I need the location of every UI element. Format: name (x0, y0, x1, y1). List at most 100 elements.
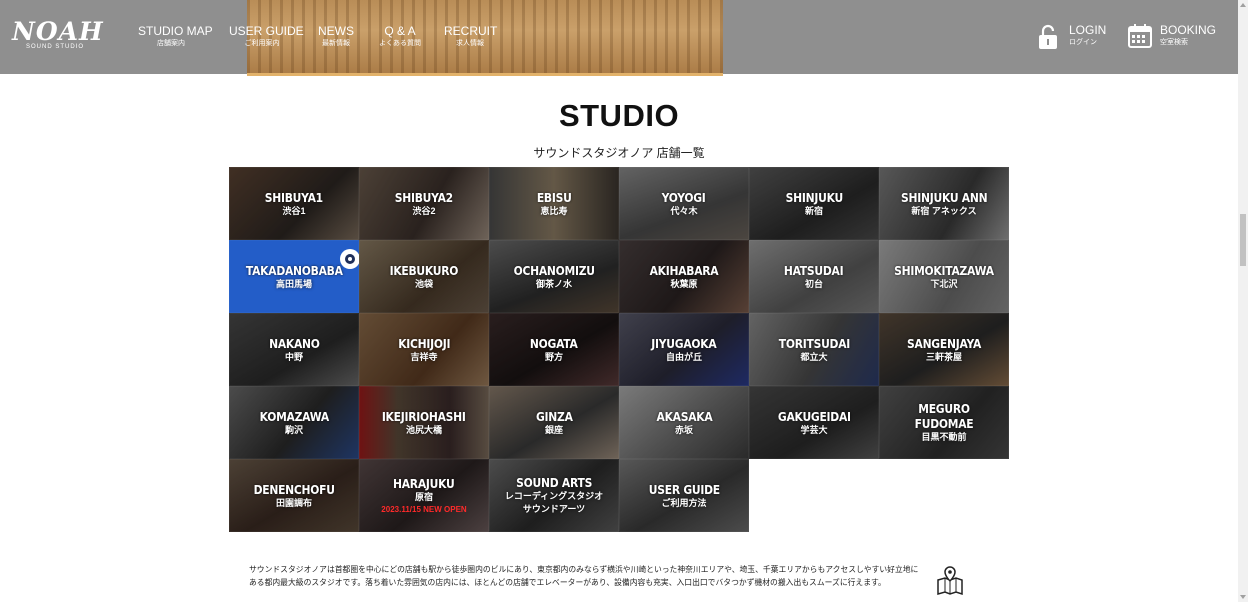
studio-tile-ochanomizu[interactable]: OCHANOMIZU 御茶ノ水 (489, 240, 619, 313)
studio-tile-ebisu[interactable]: EBISU 恵比寿 (489, 167, 619, 240)
scroll-down-arrow[interactable] (1240, 595, 1246, 599)
nav-sublabel: よくある質問 (379, 40, 421, 47)
studio-name: HATSUDAI (784, 262, 844, 278)
studio-name-jp: 中野 (284, 351, 303, 362)
studio-badge-icon (340, 249, 359, 269)
nav-news[interactable]: NEWS 最新情報 (316, 24, 356, 50)
nav-label: USER GUIDE (229, 24, 304, 38)
studio-tile-shinjuku[interactable]: SHINJUKU 新宿 (749, 167, 879, 240)
studio-name-jp: 学芸大 (800, 424, 828, 435)
calendar-icon[interactable] (1128, 24, 1152, 53)
nav-sublabel: 最新情報 (322, 40, 350, 47)
studio-name-jp: 秋葉原 (670, 278, 698, 289)
studio-name-jp: 三軒茶屋 (925, 351, 962, 362)
studio-name: SANGENJAYA (906, 335, 982, 351)
studio-tile-gakugeidai[interactable]: GAKUGEIDAI 学芸大 (749, 386, 879, 459)
studio-tile-nogata[interactable]: NOGATA 野方 (489, 313, 619, 386)
nav-label: Q & A (384, 24, 416, 38)
studio-tile-akihabara[interactable]: AKIHABARA 秋葉原 (619, 240, 749, 313)
section-title: STUDIO (558, 98, 680, 133)
studio-name-jp: 都立大 (800, 351, 828, 362)
map-icon[interactable] (936, 566, 964, 601)
studio-name-jp: 池尻大橋 (405, 424, 442, 435)
studio-name: KICHIJOJI (397, 335, 451, 351)
studio-name-jp: 代々木 (670, 205, 698, 216)
studio-name-jp: 銀座 (544, 424, 563, 435)
studio-name-jp: 御茶ノ水 (535, 278, 572, 289)
studio-name: SHIBUYA2 (394, 189, 454, 205)
studio-tile-meguro-fudomae[interactable]: MEGURO FUDOMAE 目黒不動前 (879, 386, 1009, 459)
booking-link[interactable]: BOOKING 空室検索 (1160, 22, 1216, 48)
studio-tile-ikebukuro[interactable]: IKEBUKURO 池袋 (359, 240, 489, 313)
login-sublabel: ログイン (1069, 39, 1097, 46)
studio-tile-sangenjaya[interactable]: SANGENJAYA 三軒茶屋 (879, 313, 1009, 386)
nav-sublabel: 求人情報 (456, 40, 484, 47)
studio-name-jp: 新宿 (804, 205, 823, 216)
nav-qa[interactable]: Q & A よくある質問 (376, 24, 424, 50)
studio-tile-sound-arts[interactable]: SOUND ARTS レコーディングスタジオ サウンドアーツ (489, 459, 619, 532)
nav-studio-map[interactable]: STUDIO MAP 店舗案内 (138, 24, 213, 50)
studio-tile-harajuku[interactable]: HARAJUKU 原宿 2023.11/15 NEW OPEN (359, 459, 489, 532)
studio-grid: SHIBUYA1 渋谷1 SHIBUYA2 渋谷2 EBISU 恵比寿 YOYO… (229, 167, 1009, 532)
logo-subtitle: SOUND STUDIO (26, 44, 85, 50)
nav-recruit[interactable]: RECRUIT 求人情報 (444, 24, 498, 50)
studio-name-jp: レコーディングスタジオ (504, 491, 604, 501)
studio-name-jp: 田園調布 (275, 497, 312, 508)
studio-tile-akasaka[interactable]: AKASAKA 赤坂 (619, 386, 749, 459)
studio-name: AKIHABARA (649, 262, 719, 278)
nav-user-guide[interactable]: USER GUIDE ご利用案内 (229, 24, 304, 50)
nav-label: RECRUIT (444, 24, 498, 38)
studio-tile-komazawa[interactable]: KOMAZAWA 駒沢 (229, 386, 359, 459)
studio-tile-shinjuku-ann[interactable]: SHINJUKU ANN 新宿 アネックス (879, 167, 1009, 240)
studio-name-jp: 野方 (544, 351, 563, 362)
studio-name: EBISU (536, 189, 572, 205)
studio-tile-nakano[interactable]: NAKANO 中野 (229, 313, 359, 386)
studio-name-jp: 渋谷2 (412, 205, 436, 216)
scroll-up-arrow[interactable] (1240, 3, 1246, 7)
nav-sublabel: ご利用案内 (244, 40, 280, 47)
studio-tile-yoyogi[interactable]: YOYOGI 代々木 (619, 167, 749, 240)
studio-tile-toritsudai[interactable]: TORITSUDAI 都立大 (749, 313, 879, 386)
studio-name: SHIMOKITAZAWA (894, 262, 994, 278)
studio-tile-ginza[interactable]: GINZA 銀座 (489, 386, 619, 459)
studio-name: NOGATA (530, 335, 578, 351)
studio-name-jp: 池袋 (414, 278, 433, 289)
section-subtitle: サウンドスタジオノア 店舗一覧 (533, 146, 705, 160)
studio-tile-denenchofu[interactable]: DENENCHOFU 田園調布 (229, 459, 359, 532)
studio-description: サウンドスタジオノアは首都圏を中心にどの店舗も駅から徒歩圏内のビルにあり、東京都… (249, 565, 919, 587)
login-label: LOGIN (1069, 23, 1107, 37)
booking-label: BOOKING (1160, 23, 1217, 37)
logo-wordmark: NOAH (12, 17, 104, 46)
studio-tile-ikejiriohashi[interactable]: IKEJIRIOHASHI 池尻大橋 (359, 386, 489, 459)
studio-tile-shibuya2[interactable]: SHIBUYA2 渋谷2 (359, 167, 489, 240)
studio-name: USER GUIDE (648, 481, 720, 497)
studio-name: KOMAZAWA (259, 408, 329, 424)
site-logo[interactable]: NOAH SOUND STUDIO (12, 17, 104, 56)
studio-name: NAKANO (268, 335, 320, 351)
scroll-thumb[interactable] (1240, 214, 1246, 266)
studio-tile-kichijoji[interactable]: KICHIJOJI 吉祥寺 (359, 313, 489, 386)
studio-name-jp: 駒沢 (284, 424, 303, 435)
studio-name-jp: 赤坂 (674, 424, 693, 435)
studio-name: MEGURO FUDOMAE (914, 401, 974, 431)
studio-name: JIYUGAOKA (651, 335, 717, 351)
login-link[interactable]: LOGIN ログイン (1069, 22, 1106, 48)
studio-tile-shibuya1[interactable]: SHIBUYA1 渋谷1 (229, 167, 359, 240)
lock-icon[interactable] (1038, 24, 1058, 55)
studio-tile-takadanobaba[interactable]: TAKADANOBABA 高田馬場 (229, 240, 359, 313)
page-scrollbar[interactable] (1238, 0, 1248, 602)
studio-name-jp: 渋谷1 (282, 205, 306, 216)
studio-name-jp: 高田馬場 (275, 278, 312, 289)
studio-name-jp: 原宿 (414, 492, 433, 502)
studio-name-jp: 初台 (804, 278, 823, 289)
booking-sublabel: 空室検索 (1160, 39, 1188, 46)
studio-name-jp: ご利用方法 (661, 497, 707, 508)
studio-tile-jiyugaoka[interactable]: JIYUGAOKA 自由が丘 (619, 313, 749, 386)
studio-tile-shimokitazawa[interactable]: SHIMOKITAZAWA 下北沢 (879, 240, 1009, 313)
studio-name: SHINJUKU (785, 189, 843, 205)
studio-name: SOUND ARTS (516, 475, 592, 490)
studio-tile-hatsudai[interactable]: HATSUDAI 初台 (749, 240, 879, 313)
studio-name: SHIBUYA1 (264, 189, 324, 205)
studio-name: AKASAKA (656, 408, 712, 424)
user-guide-tile[interactable]: USER GUIDE ご利用方法 (619, 459, 749, 532)
